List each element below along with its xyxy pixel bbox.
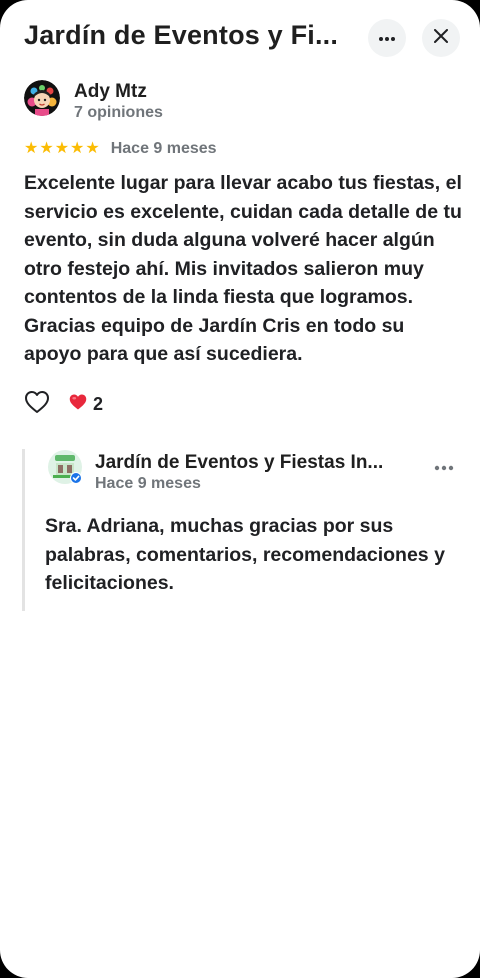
heart-outline-icon bbox=[24, 390, 50, 419]
reviewer-review-count: 7 opiniones bbox=[74, 104, 163, 121]
reply-text: Sra. Adriana, muchas gracias por sus pal… bbox=[45, 515, 445, 594]
page-title: Jardín de Eventos y Fi... bbox=[24, 20, 339, 50]
more-horizontal-icon bbox=[378, 29, 396, 47]
red-heart-icon bbox=[68, 393, 88, 416]
owner-avatar[interactable] bbox=[47, 449, 83, 485]
star-icon: ★ bbox=[24, 140, 39, 157]
reaction-count: 2 bbox=[93, 393, 104, 414]
reaction-summary[interactable]: 2 bbox=[68, 393, 103, 416]
reviewer-name[interactable]: Ady Mtz bbox=[74, 81, 147, 103]
owner-reply: Jardín de Eventos y Fiestas In... Hace 9… bbox=[22, 449, 465, 611]
close-icon bbox=[434, 28, 448, 48]
header: Jardín de Eventos y Fi... bbox=[0, 0, 480, 76]
like-button[interactable] bbox=[24, 390, 50, 419]
review-sheet: Jardín de Eventos y Fi... Ady Mtz 7 opin… bbox=[0, 0, 480, 978]
star-icon: ★ bbox=[39, 140, 54, 157]
close-button[interactable] bbox=[422, 19, 460, 57]
more-horizontal-icon bbox=[434, 458, 454, 476]
star-icon: ★ bbox=[70, 140, 85, 157]
reply-time: Hace 9 meses bbox=[95, 475, 201, 492]
rating-row: ★ ★ ★ ★ ★ Hace 9 meses bbox=[24, 138, 217, 160]
star-icon: ★ bbox=[54, 140, 70, 157]
owner-name: Jardín de Eventos y Fiestas In... bbox=[95, 452, 384, 473]
review-actions: 2 bbox=[24, 390, 103, 419]
reply-more-button[interactable] bbox=[429, 461, 459, 473]
review-text: Excelente lugar para llevar acabo tus fi… bbox=[24, 172, 462, 365]
star-rating: ★ ★ ★ ★ ★ bbox=[24, 139, 100, 159]
star-icon: ★ bbox=[85, 140, 100, 157]
reviewer-header[interactable]: Ady Mtz 7 opiniones bbox=[24, 80, 464, 130]
more-options-button[interactable] bbox=[368, 19, 406, 57]
reviewer-avatar[interactable] bbox=[24, 80, 60, 116]
review-time: Hace 9 meses bbox=[110, 140, 217, 157]
